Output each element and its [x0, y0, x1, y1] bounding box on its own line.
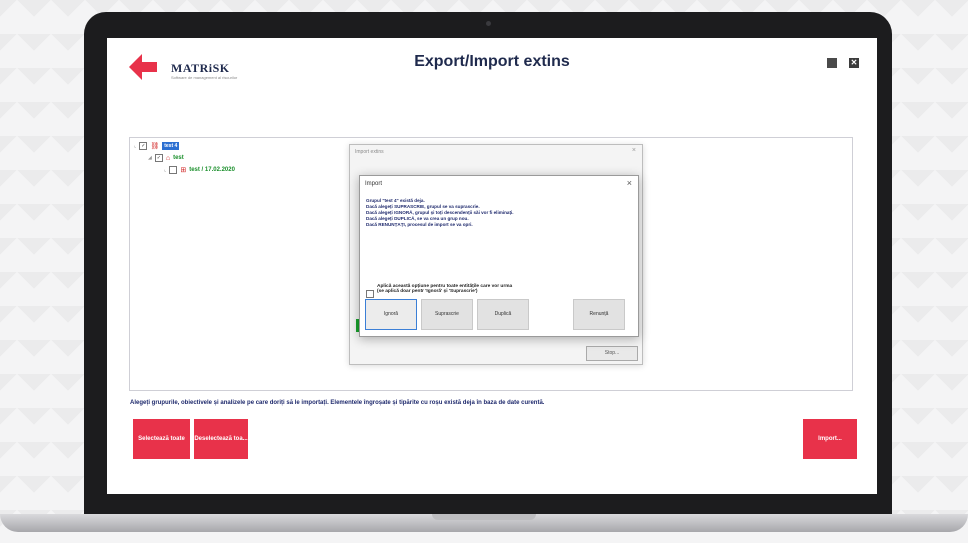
collapse-icon[interactable]: ⌞ [134, 143, 136, 149]
message-line: Dacă alegeți SUPRASCRIE, grupul se va su… [366, 204, 480, 209]
help-text: Alegeți grupurile, obiectivele și analiz… [130, 400, 545, 406]
page-title: Export/Import extins [414, 53, 570, 70]
tree-checkbox[interactable]: ✓ [139, 142, 148, 150]
overwrite-button[interactable]: Suprascrie [421, 299, 473, 330]
tree-checkbox[interactable] [169, 166, 178, 174]
minimize-icon[interactable] [827, 58, 837, 68]
app-logo-subtitle: Software de management al riscurilor [171, 75, 238, 80]
message-line: Grupul "test 4" există deja. [366, 198, 425, 203]
select-all-button[interactable]: Selectează toate [133, 419, 190, 459]
deselect-all-button[interactable]: Deselectează toa... [194, 419, 248, 459]
branch-line-icon: ⌞ [164, 167, 167, 173]
close-icon[interactable]: × [627, 178, 632, 188]
message-line: Dacă alegeți DUPLICĂ, se va crea un grup… [366, 216, 469, 221]
tree-row-leaf[interactable]: ⌞ ⊞ test / 17.02.2020 [164, 166, 235, 174]
app-window: MATRiSK Software de management al riscur… [107, 38, 877, 494]
close-icon[interactable]: ✕ [849, 58, 859, 68]
message-line: Dacă RENUNȚAȚI, procesul de import se va… [366, 222, 473, 227]
cancel-button[interactable]: Renunță [573, 299, 625, 330]
camera-dot [486, 21, 491, 26]
collapse-icon[interactable]: ◢ [148, 155, 152, 161]
tree-node-label[interactable]: test [173, 155, 184, 161]
import-conflict-dialog: Import × Grupul "test 4" există deja. Da… [359, 175, 639, 337]
apply-all-option[interactable]: Aplică această opțiune pentru toate enti… [366, 284, 512, 298]
laptop-notch [432, 514, 536, 520]
ignore-button[interactable]: Ignoră [365, 299, 417, 330]
apply-all-label: Aplică această opțiune pentru toate enti… [377, 284, 513, 294]
home-icon: ⌂ [165, 154, 171, 162]
tree-node-label[interactable]: test / 17.02.2020 [189, 167, 235, 173]
stop-button[interactable]: Stop... [586, 346, 638, 361]
duplicate-button[interactable]: Duplică [477, 299, 529, 330]
apply-all-checkbox[interactable] [366, 290, 374, 298]
tree-row-root[interactable]: ⌞ ✓ ⛓ test 4 [134, 142, 180, 150]
analysis-icon: ⊞ [180, 167, 187, 174]
close-icon[interactable]: × [632, 147, 636, 154]
message-line: Dacă alegeți IGNORĂ, grupul și toți desc… [366, 210, 514, 215]
dialog-title: Import extins [355, 149, 384, 155]
tree-node-label[interactable]: test 4 [162, 142, 180, 150]
dialog-title: Import [365, 181, 383, 187]
import-button[interactable]: Import... [803, 419, 857, 459]
hierarchy-icon: ⛓ [150, 143, 160, 150]
tree-row-child[interactable]: ◢ ✓ ⌂ test [148, 154, 184, 162]
tree-checkbox[interactable]: ✓ [154, 154, 163, 162]
